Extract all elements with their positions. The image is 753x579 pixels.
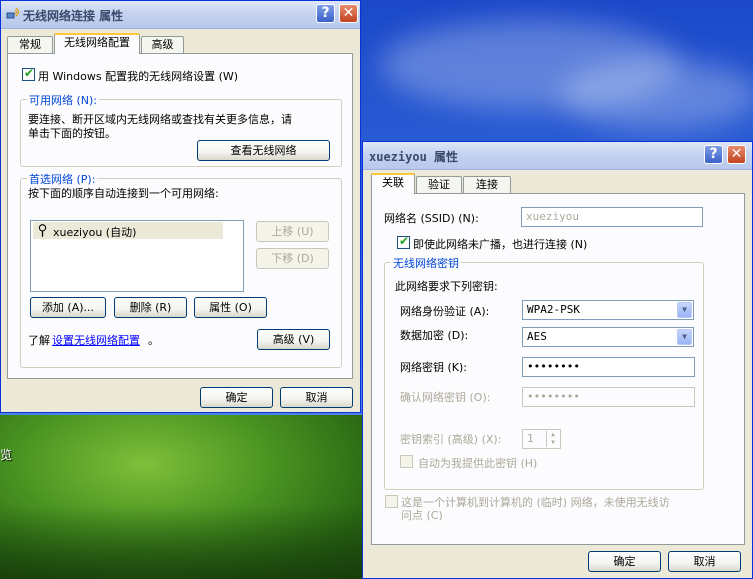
network-key-label: 网络密钥 (K): bbox=[400, 361, 467, 374]
network-properties-window: xueziyou 属性 ? ✕ 关联 验证 连接 网络名 (SSID) (N):… bbox=[362, 141, 753, 579]
auto-key-label: 自动为我提供此密钥 (H) bbox=[418, 457, 538, 470]
remove-button[interactable]: 删除 (R) bbox=[114, 297, 187, 318]
move-up-button[interactable]: 上移 (U) bbox=[256, 221, 329, 242]
wireless-connection-properties-window: 无线网络连接 属性 ? ✕ 常规 无线网络配置 高级 ✔ 用 Windows 配… bbox=[0, 0, 361, 413]
add-button[interactable]: 添加 (A)... bbox=[30, 297, 106, 318]
auto-key-checkbox[interactable] bbox=[400, 455, 413, 468]
advanced-button[interactable]: 高级 (V) bbox=[257, 329, 330, 350]
key-index-value: 1 bbox=[527, 432, 534, 445]
wireless-networks-panel: ✔ 用 Windows 配置我的无线网络设置 (W) 可用网络 (N): 要连接… bbox=[7, 53, 353, 379]
network-connection-icon bbox=[6, 7, 20, 19]
available-networks-legend: 可用网络 (N): bbox=[27, 92, 100, 108]
wireless-key-legend: 无线网络密钥 bbox=[391, 255, 461, 271]
auth-value: WPA2-PSK bbox=[527, 303, 580, 316]
learn-prefix: 了解 bbox=[28, 334, 50, 347]
sky-cloud bbox=[560, 60, 753, 130]
dropdown-arrow-icon: ▼ bbox=[677, 302, 692, 318]
properties-button[interactable]: 属性 (O) bbox=[194, 297, 267, 318]
preferred-networks-list[interactable]: xueziyou (自动) bbox=[30, 220, 244, 292]
auth-label: 网络身份验证 (A): bbox=[400, 305, 490, 318]
dropdown-arrow-icon: ▼ bbox=[677, 329, 692, 345]
adhoc-label-line2: 问点 (C) bbox=[401, 509, 443, 522]
tab-general[interactable]: 常规 bbox=[7, 36, 53, 54]
key-index-spinner[interactable]: 1 ▲ ▼ bbox=[522, 429, 561, 449]
connect-hidden-label: 即使此网络未广播，也进行连接 (N) bbox=[413, 238, 588, 251]
learn-wireless-config-link[interactable]: 设置无线网络配置 bbox=[52, 332, 140, 348]
spinner-arrows-icon: ▲ ▼ bbox=[546, 431, 559, 447]
ssid-field[interactable]: xueziyou bbox=[521, 207, 703, 227]
desktop-hill-shadow bbox=[0, 505, 362, 579]
tab-wireless-networks[interactable]: 无线网络配置 bbox=[54, 33, 140, 54]
props-window-title: xueziyou 属性 bbox=[369, 150, 459, 164]
requires-key-text: 此网络要求下列密钥: bbox=[395, 280, 498, 293]
wireless-network-icon bbox=[38, 224, 47, 237]
checkmark-icon: ✔ bbox=[399, 234, 410, 248]
desktop-edge-text: 览 bbox=[0, 448, 13, 462]
help-button[interactable]: ? bbox=[704, 145, 723, 164]
encryption-value: AES bbox=[527, 330, 547, 343]
key-index-label: 密钥索引 (高级) (X): bbox=[400, 433, 502, 446]
confirm-key-field[interactable]: •••••••• bbox=[522, 387, 695, 407]
props-titlebar[interactable]: xueziyou 属性 ? ✕ bbox=[363, 142, 752, 170]
encryption-select[interactable]: AES ▼ bbox=[522, 327, 694, 347]
help-button[interactable]: ? bbox=[316, 4, 335, 23]
network-key-field[interactable]: •••••••• bbox=[522, 357, 695, 377]
learn-suffix: 。 bbox=[148, 334, 159, 347]
tab-advanced[interactable]: 高级 bbox=[141, 36, 184, 54]
main-window-title: 无线网络连接 属性 bbox=[23, 9, 124, 23]
main-titlebar[interactable]: 无线网络连接 属性 ? ✕ bbox=[1, 1, 360, 29]
tab-connection[interactable]: 连接 bbox=[463, 176, 511, 194]
use-windows-label: 用 Windows 配置我的无线网络设置 (W) bbox=[38, 70, 239, 83]
wireless-key-group: 无线网络密钥 此网络要求下列密钥: 网络身份验证 (A): WPA2-PSK ▼… bbox=[384, 255, 704, 490]
confirm-key-label: 确认网络密钥 (O): bbox=[400, 391, 491, 404]
association-panel: 网络名 (SSID) (N): xueziyou ✔ 即使此网络未广播，也进行连… bbox=[371, 193, 745, 545]
available-networks-group: 可用网络 (N): 要连接、断开区域内无线网络或查找有关更多信息，请 单击下面的… bbox=[20, 92, 342, 167]
ok-button[interactable]: 确定 bbox=[200, 387, 273, 408]
encryption-label: 数据加密 (D): bbox=[400, 329, 469, 342]
adhoc-checkbox[interactable] bbox=[385, 495, 398, 508]
auth-select[interactable]: WPA2-PSK ▼ bbox=[522, 300, 694, 320]
view-wireless-networks-button[interactable]: 查看无线网络 bbox=[197, 140, 330, 161]
cancel-button[interactable]: 取消 bbox=[280, 387, 353, 408]
network-name: xueziyou (自动) bbox=[53, 226, 137, 239]
available-desc-line2: 单击下面的按钮。 bbox=[28, 127, 116, 140]
cancel-button[interactable]: 取消 bbox=[668, 551, 741, 572]
close-button[interactable]: ✕ bbox=[339, 4, 358, 23]
connect-hidden-checkbox[interactable]: ✔ bbox=[397, 234, 410, 249]
close-button[interactable]: ✕ bbox=[727, 145, 746, 164]
list-item[interactable]: xueziyou (自动) bbox=[33, 222, 223, 239]
ssid-label: 网络名 (SSID) (N): bbox=[384, 212, 479, 225]
tab-authentication[interactable]: 验证 bbox=[416, 176, 462, 194]
preferred-desc: 按下面的顺序自动连接到一个可用网络: bbox=[28, 187, 219, 200]
use-windows-checkbox[interactable]: ✔ bbox=[22, 66, 35, 81]
tab-association[interactable]: 关联 bbox=[371, 173, 415, 194]
ok-button[interactable]: 确定 bbox=[588, 551, 661, 572]
preferred-networks-group: 首选网络 (P): 按下面的顺序自动连接到一个可用网络: xueziyou (自… bbox=[20, 171, 342, 368]
move-down-button[interactable]: 下移 (D) bbox=[256, 248, 329, 269]
checkmark-icon: ✔ bbox=[24, 66, 35, 80]
